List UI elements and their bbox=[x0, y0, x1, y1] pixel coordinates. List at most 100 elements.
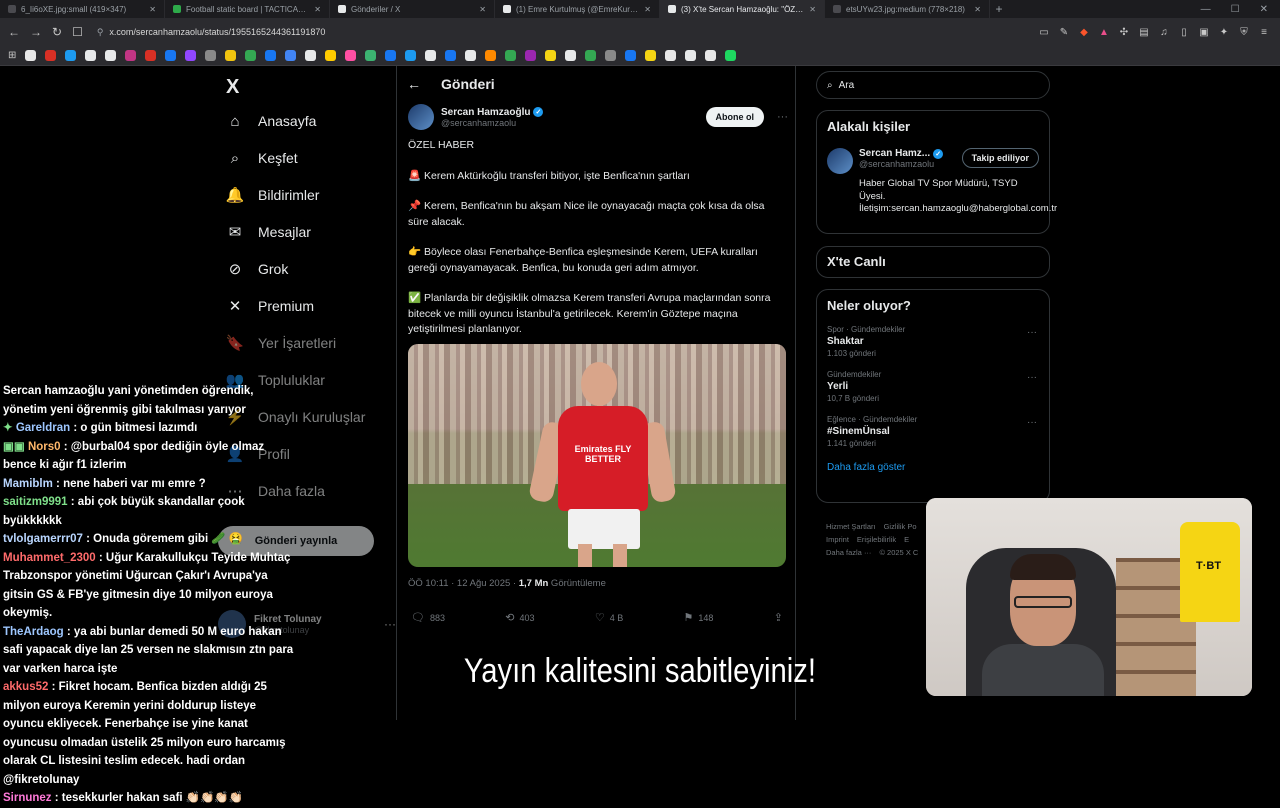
bookmark-favicon-icon[interactable] bbox=[25, 50, 37, 61]
bookmark-favicon-icon[interactable] bbox=[685, 50, 697, 61]
repost-button[interactable]: ⟲ 403 bbox=[505, 611, 534, 624]
reload-icon[interactable]: ↻ bbox=[52, 25, 62, 39]
bookmark-favicon-icon[interactable] bbox=[145, 50, 157, 61]
subscribe-button[interactable]: Abone ol bbox=[705, 107, 764, 127]
music-icon[interactable]: ♫ bbox=[1158, 27, 1170, 38]
rewards-icon[interactable]: ▲ bbox=[1098, 27, 1110, 38]
sidebar-icon[interactable]: ▯ bbox=[1178, 27, 1190, 38]
menu-icon[interactable]: ▤ bbox=[1138, 27, 1150, 38]
sidebar-item-bookmark[interactable]: 🔖 Yer İşaretleri bbox=[226, 334, 336, 352]
footer-link[interactable]: E bbox=[904, 535, 909, 544]
bookmark-favicon-icon[interactable] bbox=[365, 50, 377, 61]
author-handle[interactable]: @sercanhamzaolu bbox=[441, 118, 543, 128]
browser-tab[interactable]: 6_Ii6oXE.jpg:small (419×347) ✕ bbox=[0, 0, 165, 18]
leo-icon[interactable]: ✦ bbox=[1218, 27, 1230, 38]
hamburger-icon[interactable]: ≡ bbox=[1258, 27, 1270, 38]
author-name[interactable]: Sercan Hamzaoğlu bbox=[441, 107, 530, 118]
puzzle-icon[interactable]: ✣ bbox=[1118, 27, 1130, 38]
forward-icon[interactable]: → bbox=[30, 25, 42, 39]
bookmark-favicon-icon[interactable] bbox=[185, 50, 197, 61]
bookmark-favicon-icon[interactable] bbox=[225, 50, 237, 61]
wallet-icon[interactable]: ▣ bbox=[1198, 27, 1210, 38]
footer-link[interactable]: Imprint bbox=[826, 535, 849, 544]
sidebar-item-grok[interactable]: ⊘ Grok bbox=[226, 260, 289, 278]
close-tab-icon[interactable]: ✕ bbox=[974, 5, 981, 14]
sidebar-item-x-premium[interactable]: ✕ Premium bbox=[226, 297, 314, 315]
sidebar-item-bell[interactable]: 🔔 Bildirimler bbox=[226, 186, 320, 204]
close-tab-icon[interactable]: ✕ bbox=[479, 5, 486, 14]
browser-tab[interactable]: Gönderiler / X ✕ bbox=[330, 0, 495, 18]
bookmark-favicon-icon[interactable] bbox=[445, 50, 457, 61]
bookmark-favicon-icon[interactable] bbox=[325, 50, 337, 61]
bookmark-favicon-icon[interactable] bbox=[505, 50, 517, 61]
vpn-icon[interactable]: ⛨ bbox=[1238, 27, 1250, 38]
brave-shield-icon[interactable]: ◆ bbox=[1078, 27, 1090, 38]
bookmark-favicon-icon[interactable] bbox=[705, 50, 717, 61]
author-avatar[interactable] bbox=[408, 104, 434, 130]
trend-more-icon[interactable]: ··· bbox=[1027, 417, 1037, 428]
bookmark-favicon-icon[interactable] bbox=[405, 50, 417, 61]
post-time[interactable]: ÖÖ 10:11 · 12 Ağu 2025 · bbox=[408, 578, 519, 589]
bookmark-favicon-icon[interactable] bbox=[665, 50, 677, 61]
footer-link[interactable]: Hizmet Şartları bbox=[826, 522, 876, 531]
related-handle[interactable]: @sercanhamzaolu bbox=[859, 159, 943, 169]
close-tab-icon[interactable]: ✕ bbox=[809, 5, 816, 14]
new-tab-button[interactable]: + bbox=[990, 2, 1008, 16]
show-more-link[interactable]: Daha fazla göster bbox=[827, 462, 1039, 473]
browser-tab[interactable]: etsUYw23.jpg:medium (778×218) ✕ bbox=[825, 0, 990, 18]
close-tab-icon[interactable]: ✕ bbox=[149, 5, 156, 14]
browser-tab[interactable]: (1) Emre Kurtulmuş (@EmreKurtulmuş) ✕ bbox=[495, 0, 660, 18]
related-name[interactable]: Sercan Hamz... bbox=[859, 148, 930, 159]
url-field[interactable]: ⚲ x.com/sercanhamzaolu/status/1955165244… bbox=[97, 21, 997, 43]
sidebar-item-mail[interactable]: ✉ Mesajlar bbox=[226, 223, 311, 241]
sidebar-item-search[interactable]: ⌕ Keşfet bbox=[226, 149, 298, 167]
reply-button[interactable]: 🗨 883 bbox=[411, 611, 445, 624]
bookmark-favicon-icon[interactable] bbox=[165, 50, 177, 61]
footer-link[interactable]: © 2025 X C bbox=[879, 548, 918, 557]
trend-item[interactable]: Spor · Gündemdekiler Shaktar 1.103 gönderi… bbox=[827, 325, 1039, 358]
site-info-icon[interactable]: ⚲ bbox=[97, 27, 104, 38]
more-options-icon[interactable]: ··· bbox=[777, 111, 788, 123]
related-avatar[interactable] bbox=[827, 148, 853, 174]
trend-item[interactable]: Gündemdekiler Yerli 10,7 B gönderi ··· bbox=[827, 370, 1039, 403]
browser-tab[interactable]: (3) X'te Sercan Hamzaoğlu: "ÖZEL ✕ bbox=[660, 0, 825, 18]
bookmark-favicon-icon[interactable] bbox=[425, 50, 437, 61]
share-button[interactable]: ⇪ bbox=[774, 611, 783, 624]
bookmark-favicon-icon[interactable] bbox=[125, 50, 137, 61]
close-window-icon[interactable]: ✕ bbox=[1260, 4, 1268, 15]
edit-icon[interactable]: ✎ bbox=[1058, 27, 1070, 38]
bookmark-button[interactable]: ⚑ 148 bbox=[684, 611, 714, 624]
apps-grid-icon[interactable]: ⊞ bbox=[8, 50, 16, 61]
bookmark-page-icon[interactable]: ☐ bbox=[72, 25, 83, 39]
close-tab-icon[interactable]: ✕ bbox=[314, 5, 321, 14]
bookmark-favicon-icon[interactable] bbox=[485, 50, 497, 61]
close-tab-icon[interactable]: ✕ bbox=[644, 5, 651, 14]
bookmark-favicon-icon[interactable] bbox=[85, 50, 97, 61]
footer-link[interactable]: Daha fazla ··· bbox=[826, 548, 871, 557]
bookmark-favicon-icon[interactable] bbox=[465, 50, 477, 61]
bookmark-favicon-icon[interactable] bbox=[285, 50, 297, 61]
maximize-icon[interactable]: ☐ bbox=[1231, 4, 1240, 15]
bookmark-favicon-icon[interactable] bbox=[605, 50, 617, 61]
like-button[interactable]: ♡ 4 B bbox=[595, 611, 623, 624]
bookmark-favicon-icon[interactable] bbox=[565, 50, 577, 61]
trend-item[interactable]: Eğlence · Gündemdekiler #SinemÜnsal 1.141 … bbox=[827, 415, 1039, 448]
trend-more-icon[interactable]: ··· bbox=[1027, 372, 1037, 383]
screen-icon[interactable]: ▭ bbox=[1038, 27, 1050, 38]
post-image[interactable]: Emirates FLY BETTER bbox=[408, 344, 786, 567]
bookmark-favicon-icon[interactable] bbox=[245, 50, 257, 61]
bookmark-favicon-icon[interactable] bbox=[625, 50, 637, 61]
bookmark-favicon-icon[interactable] bbox=[525, 50, 537, 61]
x-live-panel[interactable]: X'te Canlı bbox=[816, 246, 1050, 278]
bookmark-favicon-icon[interactable] bbox=[385, 50, 397, 61]
bookmark-favicon-icon[interactable] bbox=[725, 50, 737, 61]
account-more-icon[interactable]: ··· bbox=[384, 617, 396, 631]
search-input[interactable]: ⌕ Ara bbox=[816, 71, 1050, 99]
bookmark-favicon-icon[interactable] bbox=[45, 50, 57, 61]
following-button[interactable]: Takip ediliyor bbox=[961, 148, 1039, 168]
bookmark-favicon-icon[interactable] bbox=[265, 50, 277, 61]
bookmark-favicon-icon[interactable] bbox=[65, 50, 77, 61]
bookmark-favicon-icon[interactable] bbox=[545, 50, 557, 61]
x-logo[interactable]: X bbox=[226, 76, 239, 99]
trend-more-icon[interactable]: ··· bbox=[1027, 327, 1037, 338]
